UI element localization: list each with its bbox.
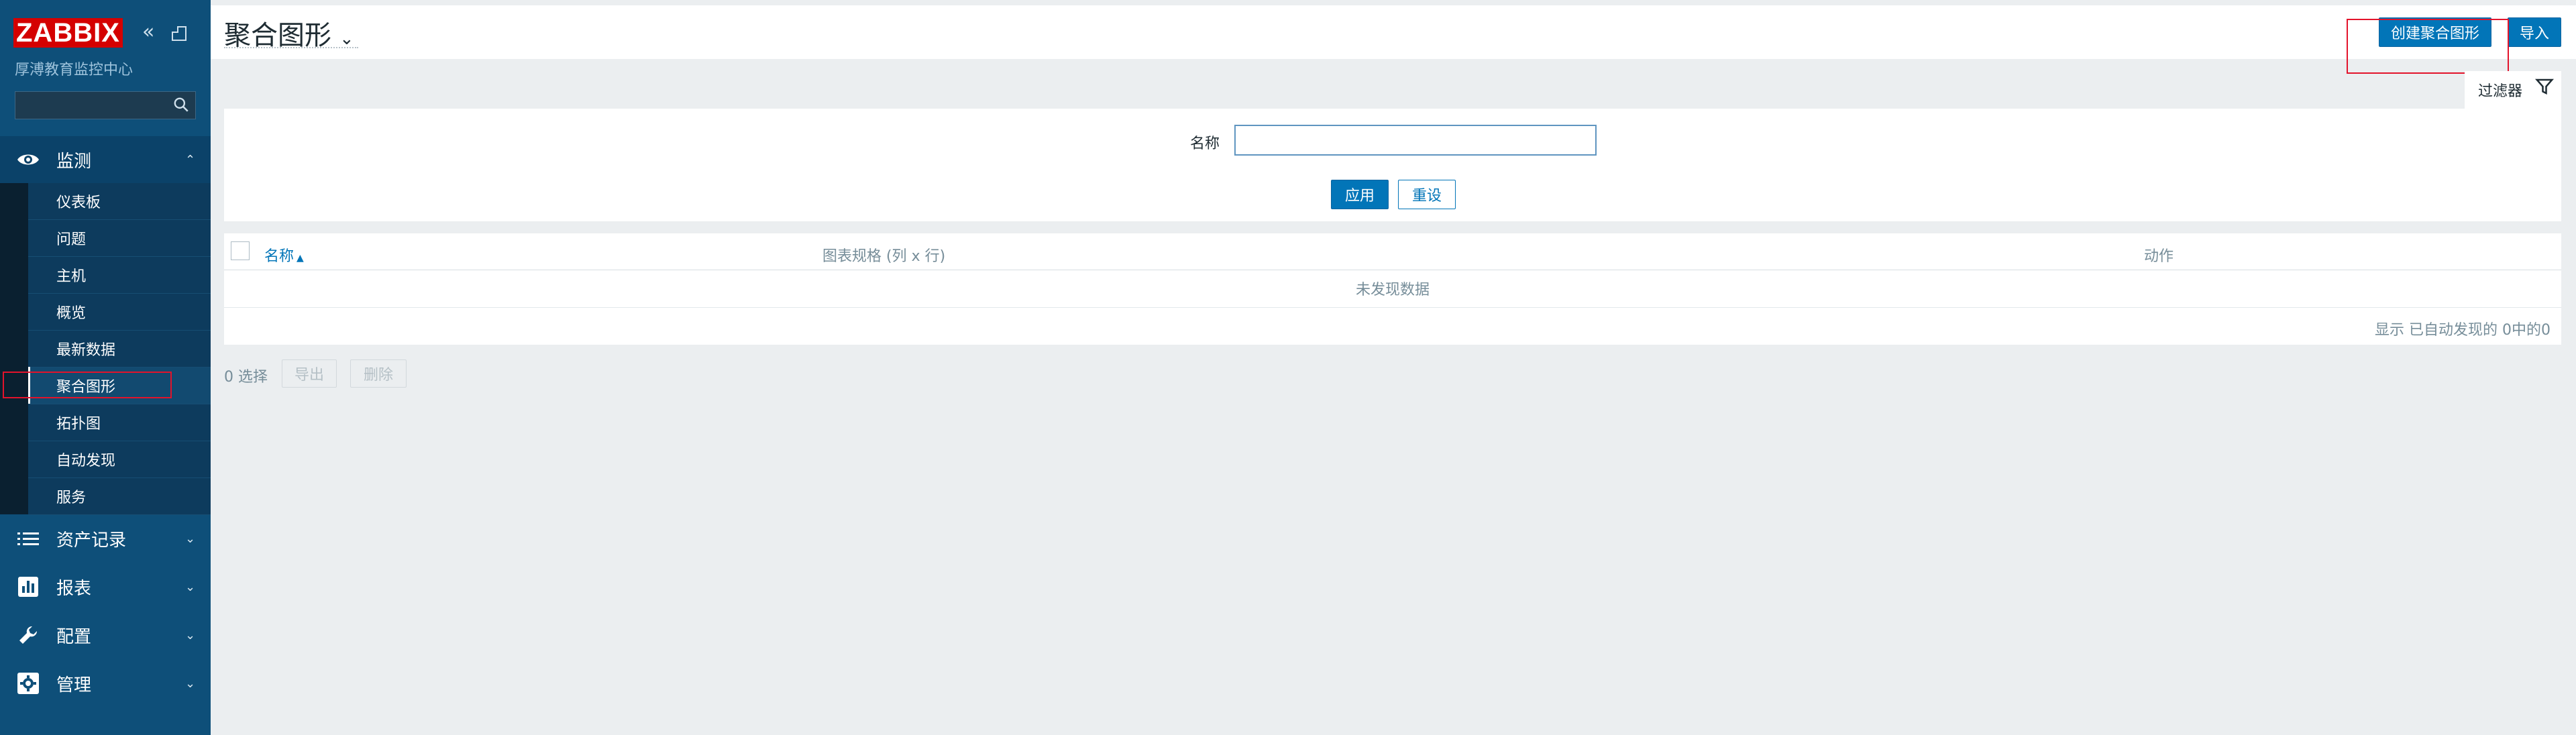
column-dimension: 图表规格 (列 x 行) (822, 248, 946, 265)
filter-tab[interactable]: 过滤器 (2465, 71, 2561, 109)
sidebar-item-overview[interactable]: 概览 (28, 294, 211, 331)
sidebar-item-services[interactable]: 服务 (28, 478, 211, 515)
column-name[interactable]: 名称 ▲ (264, 244, 304, 266)
annotation-highlight-create (2347, 19, 2509, 74)
kiosk-mode-icon[interactable] (172, 20, 186, 44)
delete-button[interactable]: 删除 (350, 359, 407, 388)
sidebar-item-discovery[interactable]: 自动发现 (28, 441, 211, 478)
eye-icon (16, 148, 40, 172)
menu-inventory[interactable]: 资产记录 ⌄ (0, 515, 211, 562)
chevron-down-icon: ⌄ (185, 531, 196, 546)
menu-administration[interactable]: 管理 ⌄ (0, 660, 211, 707)
search-icon[interactable] (172, 96, 190, 113)
chevron-down-icon: ⌄ (185, 676, 196, 691)
sidebar-item-hosts[interactable]: 主机 (28, 257, 211, 294)
filter-name-label: 名称 (1190, 135, 1220, 152)
filter-tab-label: 过滤器 (2478, 83, 2523, 100)
logo-row: ZABBIX (13, 17, 123, 48)
sidebar-item-label: 概览 (56, 305, 87, 322)
menu-inventory-label: 资产记录 (56, 530, 127, 551)
page-header: 聚合图形 ⌄ (211, 5, 2576, 59)
filter-panel: 名称 应用 重设 (224, 109, 2561, 221)
import-button[interactable]: 导入 (2508, 17, 2561, 47)
sidebar-item-label: 自动发现 (56, 453, 116, 469)
list-icon (16, 526, 40, 551)
sidebar: ZABBIX « 厚溥教育监控中心 监测 ⌃ 仪表板 问题 主机 概览 最新数据… (0, 0, 211, 735)
sidebar-item-dashboard[interactable]: 仪表板 (28, 183, 211, 220)
bar-chart-icon (16, 575, 40, 599)
apply-button[interactable]: 应用 (1331, 180, 1389, 209)
selected-count: 0 选择 (224, 369, 268, 386)
menu-reports[interactable]: 报表 ⌄ (0, 563, 211, 610)
menu-configuration[interactable]: 配置 ⌄ (0, 612, 211, 659)
server-name: 厚溥教育监控中心 (15, 62, 133, 78)
sidebar-item-label: 主机 (56, 268, 87, 285)
filter-name-input[interactable] (1234, 125, 1597, 156)
select-all-checkbox[interactable] (231, 241, 250, 260)
screens-table: 名称 ▲ 图表规格 (列 x 行) 动作 未发现数据 显示 已自动发现的 0中的0 (224, 233, 2561, 345)
title-underline (224, 47, 358, 48)
column-actions: 动作 (2144, 248, 2174, 265)
gear-icon (16, 671, 40, 695)
annotation-highlight-sidebar (3, 372, 172, 398)
sidebar-item-latest-data[interactable]: 最新数据 (28, 331, 211, 368)
column-name-label: 名称 (264, 248, 294, 265)
sidebar-item-label: 最新数据 (56, 342, 116, 359)
paging-info: 显示 已自动发现的 0中的0 (2375, 322, 2551, 339)
chevron-down-icon: ⌄ (339, 29, 354, 49)
empty-table-message: 未发现数据 (224, 270, 2561, 308)
collapse-sidebar-icon[interactable]: « (142, 20, 154, 44)
sidebar-item-label: 仪表板 (56, 194, 101, 211)
zabbix-logo[interactable]: ZABBIX (13, 18, 123, 48)
sidebar-item-problems[interactable]: 问题 (28, 220, 211, 257)
menu-reports-label: 报表 (56, 578, 92, 599)
chevron-up-icon: ⌃ (185, 152, 196, 167)
table-header: 名称 ▲ 图表规格 (列 x 行) 动作 (224, 233, 2561, 270)
sidebar-search-input[interactable] (15, 91, 196, 119)
sidebar-item-label: 服务 (56, 490, 87, 506)
menu-monitoring[interactable]: 监测 ⌃ (0, 136, 211, 183)
wrench-icon (16, 623, 40, 647)
sort-ascending-icon: ▲ (297, 253, 304, 264)
menu-administration-label: 管理 (56, 675, 92, 695)
chevron-down-icon: ⌄ (185, 579, 196, 594)
chevron-down-icon: ⌄ (185, 628, 196, 642)
reset-button[interactable]: 重设 (1398, 180, 1456, 209)
sidebar-item-label: 拓扑图 (56, 416, 101, 433)
filter-icon (2534, 78, 2555, 95)
menu-monitoring-label: 监测 (56, 151, 92, 172)
sidebar-item-maps[interactable]: 拓扑图 (28, 404, 211, 441)
sidebar-item-label: 问题 (56, 231, 87, 248)
export-button[interactable]: 导出 (282, 359, 337, 388)
menu-configuration-label: 配置 (56, 626, 92, 647)
